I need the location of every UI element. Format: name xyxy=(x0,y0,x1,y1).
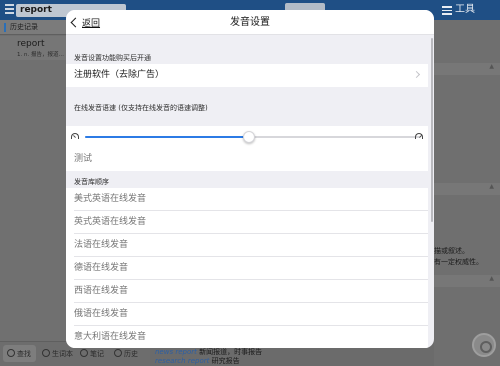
library-item-label: 西语在线发音 xyxy=(74,286,129,296)
example-chinese: 研究报告 xyxy=(211,357,240,365)
example-chinese: 新闻报道，时事报告 xyxy=(199,348,263,356)
fast-speed-icon xyxy=(415,133,423,139)
library-item[interactable]: 美式英语在线发音 xyxy=(66,188,428,211)
library-item[interactable]: 意大利语在线发音 xyxy=(66,326,428,348)
slider-thumb[interactable] xyxy=(243,131,256,143)
menu-icon[interactable] xyxy=(5,4,14,15)
history-accent-bar xyxy=(4,23,6,32)
tab-notes[interactable]: 笔记 xyxy=(80,349,104,359)
back-button[interactable]: 返回 xyxy=(70,14,100,31)
history-panel xyxy=(0,20,66,366)
tab-history[interactable]: 历史 xyxy=(114,349,138,359)
slow-speed-icon xyxy=(71,133,79,139)
section-header-library: 发音库顺序 xyxy=(74,178,109,186)
library-item[interactable]: 英式英语在线发音 xyxy=(66,211,428,234)
example-english: research report xyxy=(155,357,210,365)
back-label: 返回 xyxy=(82,19,101,29)
section-header-purchase: 发音设置功能购买后开通 xyxy=(74,54,151,62)
history-header: 历史记录 xyxy=(0,20,66,35)
collapse-caret-icon[interactable]: ▲ xyxy=(489,183,494,190)
library-item[interactable]: 西语在线发音 xyxy=(66,280,428,303)
section-header-speed: 在线发音语速 (仅支持在线发音的语速调整) xyxy=(74,104,208,112)
tab-label: 查找 xyxy=(17,350,31,358)
clock-icon xyxy=(114,349,122,357)
tab-search[interactable]: 查找 xyxy=(7,349,31,359)
tools-button[interactable]: 工具 xyxy=(455,3,475,17)
definition-section-band: ▲ xyxy=(434,63,500,75)
library-item-label: 德语在线发音 xyxy=(74,263,129,273)
pronunciation-settings-sheet: 发音设置 返回 发音设置功能购买后开通 注册软件（去除广告） 在线发音语速 (仅… xyxy=(66,10,434,348)
slider-fill xyxy=(85,136,250,138)
register-software-row[interactable]: 注册软件（去除广告） xyxy=(66,64,428,87)
tab-vocabulary[interactable]: 生词本 xyxy=(42,349,73,359)
definition-text: 有一定权威性。 xyxy=(434,258,483,266)
tab-label: 历史 xyxy=(124,350,138,358)
star-icon xyxy=(42,349,50,357)
test-pronunciation-row[interactable]: 测试 xyxy=(66,148,428,171)
tab-label: 笔记 xyxy=(90,350,104,358)
sheet-nav-bar: 发音设置 返回 xyxy=(66,10,434,35)
search-icon xyxy=(7,349,15,357)
library-item-label: 美式英语在线发音 xyxy=(74,194,147,204)
speech-speed-row xyxy=(66,126,428,148)
tab-label: 生词本 xyxy=(52,350,73,358)
library-item[interactable]: 法语在线发音 xyxy=(66,234,428,257)
speech-speed-slider[interactable] xyxy=(85,131,420,143)
chevron-left-icon xyxy=(70,17,81,28)
history-title: 历史记录 xyxy=(10,23,38,31)
search-query: report xyxy=(20,5,52,15)
note-icon xyxy=(80,349,88,357)
library-item-label: 英式英语在线发音 xyxy=(74,217,147,227)
register-software-label: 注册软件（去除广告） xyxy=(74,70,165,80)
chevron-right-icon xyxy=(412,70,421,79)
definition-section-band: ▲ xyxy=(434,183,500,195)
library-item-label: 法语在线发音 xyxy=(74,240,129,250)
pronunciation-fab[interactable] xyxy=(472,333,496,357)
page-title: 发音设置 xyxy=(230,17,270,28)
collapse-caret-icon[interactable]: ▲ xyxy=(489,63,494,70)
example-english: news report xyxy=(155,348,197,356)
library-item[interactable]: 俄语在线发音 xyxy=(66,303,428,326)
library-item-label: 俄语在线发音 xyxy=(74,309,129,319)
example-phrase: research report 研究报告 xyxy=(155,356,240,366)
library-item-label: 意大利语在线发音 xyxy=(74,332,147,342)
tools-list-icon[interactable] xyxy=(442,6,452,15)
collapse-caret-icon[interactable]: ▲ xyxy=(489,275,494,282)
scrollbar[interactable] xyxy=(431,38,433,222)
history-item[interactable]: report 1. n. 报告，报道… xyxy=(0,36,66,60)
definition-section-band: ▲ xyxy=(434,275,500,287)
history-word: report xyxy=(17,39,45,49)
test-label: 测试 xyxy=(74,154,93,164)
definition-text: 描或叙述。 xyxy=(434,247,469,255)
library-item[interactable]: 德语在线发音 xyxy=(66,257,428,280)
history-definition: 1. n. 报告，报道… xyxy=(17,52,64,58)
